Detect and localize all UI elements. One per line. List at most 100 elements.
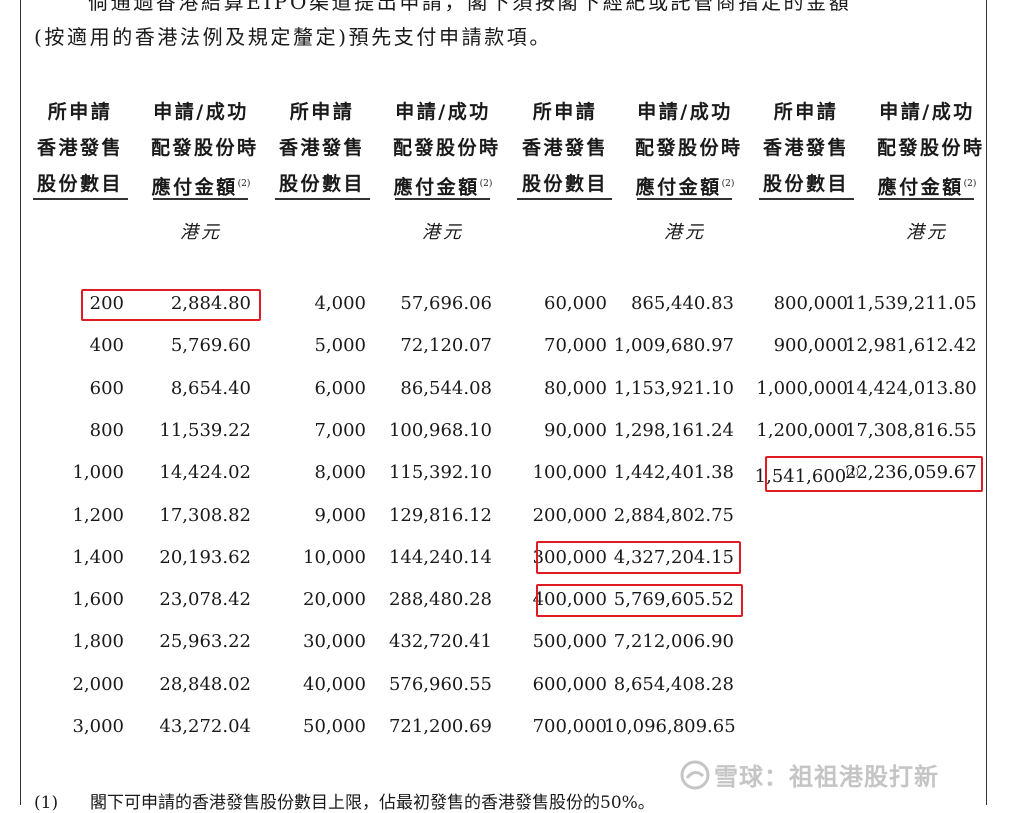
cell-amount: 129,816.12	[388, 504, 492, 526]
header-underline	[637, 198, 732, 200]
cell-shares: 1,000	[72, 462, 124, 484]
highlight-box-300000	[536, 541, 741, 574]
cell-shares: 1,800	[72, 631, 124, 653]
header-shares-line: 股份數目	[762, 173, 849, 195]
cell-amount: 1,153,921.10	[613, 377, 734, 399]
header-underline	[33, 198, 128, 200]
footnote-number: (1)	[34, 793, 59, 813]
header-shares: 所申請 香港發售 股份數目	[30, 94, 130, 202]
cell-amount: 5,769.60	[170, 335, 251, 357]
header-amount-note: (2)	[479, 179, 493, 189]
cell-amount: 1,009,680.97	[613, 335, 734, 357]
cell-amount: 8,654,408.28	[613, 673, 734, 695]
header-shares-line: 股份數目	[36, 173, 123, 195]
header-amount: 申請/成功 配發股份時 應付金額(2)	[393, 94, 501, 205]
highlight-box-400000	[536, 584, 743, 617]
cell-shares: 100,000	[532, 462, 607, 484]
header-shares: 所申請香港發售股份數目	[272, 94, 372, 202]
header-shares-line: 股份數目	[278, 173, 365, 195]
frame-right-border	[986, 0, 987, 805]
cell-amount: 144,240.14	[388, 546, 492, 568]
header-amount-line: 配發股份時	[635, 137, 743, 159]
cell-amount: 57,696.06	[400, 293, 492, 314]
header-amount: 申請/成功 配發股份時 應付金額(2)	[151, 94, 259, 205]
cell-shares: 200,000	[532, 504, 607, 526]
cell-amount: 1,298,161.24	[613, 419, 734, 441]
cell-amount: 86,544.08	[400, 377, 492, 399]
cell-shares: 8,000	[314, 462, 366, 484]
header-shares-line: 股份數目	[521, 173, 608, 195]
highlight-box-1541600	[765, 456, 983, 492]
cell-amount: 865,440.83	[630, 293, 734, 314]
watermark-text: 雪球：祖祖港股打新	[714, 763, 939, 791]
cell-shares: 30,000	[303, 631, 366, 653]
header-underline	[517, 198, 612, 200]
header-underline	[275, 198, 370, 200]
cell-amount: 11,539.22	[159, 419, 251, 441]
footnote-text: 閣下可申請的香港發售股份數目上限，佔最初發售的香港發售股份的50%。	[90, 793, 655, 813]
header-underline	[395, 198, 490, 200]
cell-amount: 23,078.42	[159, 589, 251, 611]
cell-amount: 10,096,809.65	[604, 716, 736, 737]
header-shares-line: 香港發售	[762, 137, 849, 159]
header-amount-note: (2)	[963, 179, 977, 189]
cell-amount: 721,200.69	[388, 716, 492, 737]
cell-amount: 20,193.62	[159, 546, 251, 568]
cell-amount: 17,308,816.55	[845, 419, 977, 441]
cell-shares: 50,000	[303, 716, 366, 737]
cell-shares: 1,600	[72, 589, 124, 611]
header-underline	[153, 198, 248, 200]
header-amount: 申請/成功 配發股份時 應付金額(2)	[877, 94, 985, 205]
header-shares: 所申請香港發售股份數目	[515, 94, 615, 202]
cell-shares: 80,000	[544, 377, 607, 399]
footnote: (1) 閣下可申請的香港發售股份數目上限，佔最初發售的香港發售股份的50%。	[34, 788, 655, 813]
cell-shares: 600,000	[532, 673, 607, 695]
cell-amount: 12,981,612.42	[845, 335, 977, 357]
header-amount-line: 申請/成功	[879, 101, 975, 123]
cell-shares: 1,200	[72, 504, 124, 526]
cell-amount: 7,212,006.90	[613, 631, 734, 653]
cell-amount: 11,539,211.05	[845, 293, 977, 314]
cell-amount: 25,963.22	[159, 631, 251, 653]
cell-amount: 8,654.40	[170, 377, 251, 399]
header-shares-line: 香港發售	[36, 137, 123, 159]
cell-shares: 500,000	[532, 631, 607, 653]
cell-shares: 1,200,000	[756, 419, 848, 441]
header-shares-line: 所申請	[289, 101, 355, 123]
highlight-box-200	[81, 289, 261, 321]
header-underline	[879, 198, 974, 200]
header-amount-note: (2)	[721, 179, 735, 189]
unit-label: 港元	[664, 222, 706, 243]
cell-shares: 20,000	[303, 589, 366, 611]
cell-amount: 100,968.10	[388, 419, 492, 441]
header-amount-line: 配發股份時	[393, 137, 501, 159]
cell-shares: 7,000	[314, 419, 366, 441]
watermark: 雪球：祖祖港股打新	[680, 757, 939, 796]
header-amount-line: 申請/成功	[153, 101, 249, 123]
header-shares-line: 香港發售	[278, 137, 365, 159]
unit-label: 港元	[906, 222, 948, 243]
cell-amount: 115,392.10	[388, 462, 492, 484]
header-shares: 所申請 香港發售 股份數目	[756, 94, 856, 202]
header-amount-line: 配發股份時	[151, 137, 259, 159]
intro-line-2: (按適用的香港法例及規定釐定)預先支付申請款項。	[34, 25, 553, 49]
header-amount: 申請/成功 配發股份時 應付金額(2)	[635, 94, 743, 205]
header-shares-line: 香港發售	[521, 137, 608, 159]
cell-shares: 800,000	[773, 293, 848, 314]
cell-shares: 900,000	[773, 335, 848, 357]
cell-shares: 400	[89, 335, 124, 357]
header-amount-line: 配發股份時	[877, 137, 985, 159]
header-underline	[759, 198, 854, 200]
cell-amount: 576,960.55	[388, 673, 492, 695]
cell-shares: 700,000	[532, 716, 607, 737]
cell-amount: 14,424,013.80	[845, 377, 977, 399]
header-amount-note: (2)	[237, 179, 251, 189]
cell-amount: 14,424.02	[159, 462, 251, 484]
cell-shares: 2,000	[72, 673, 124, 695]
cell-amount: 2,884,802.75	[613, 504, 734, 526]
cell-shares: 5,000	[314, 335, 366, 357]
header-amount-line: 申請/成功	[395, 101, 491, 123]
cell-shares: 6,000	[314, 377, 366, 399]
header-shares-line: 所申請	[532, 101, 598, 123]
cell-shares: 60,000	[544, 293, 607, 314]
